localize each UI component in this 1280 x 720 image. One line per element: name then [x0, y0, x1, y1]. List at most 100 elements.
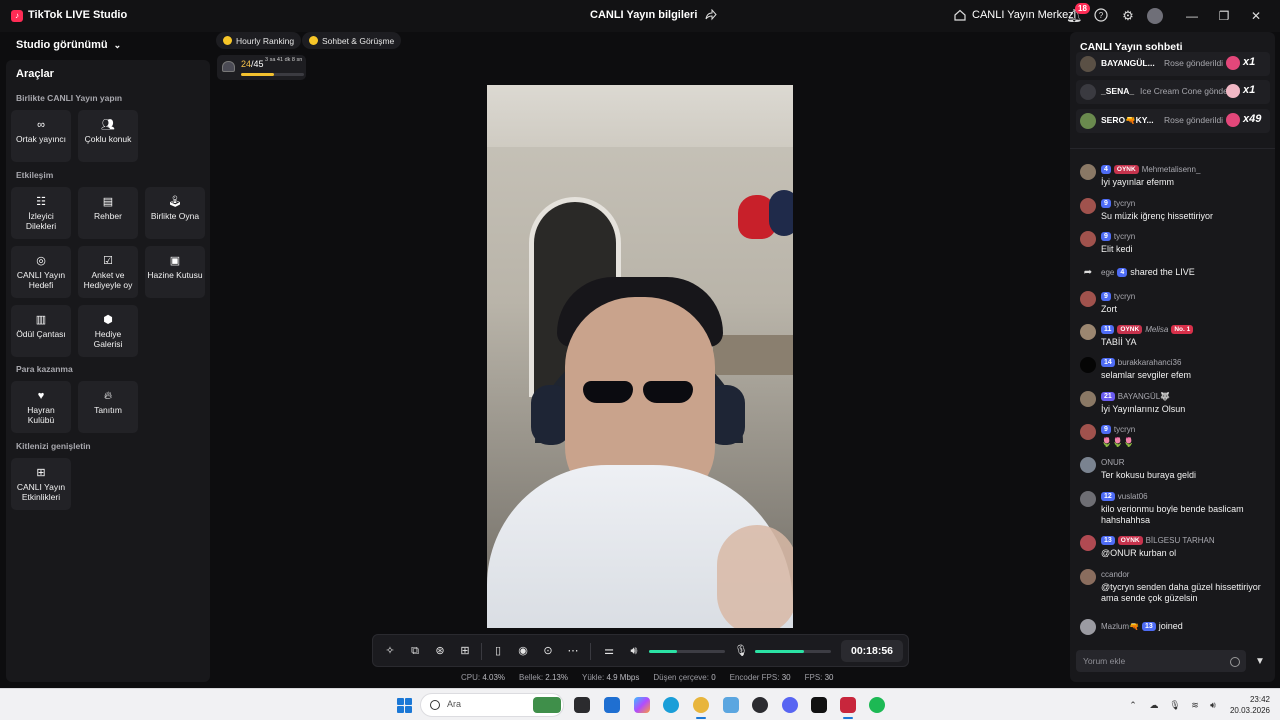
live-chat-panel: CANLI Yayın sohbeti BAYANGÜL... Rose gön…: [1070, 32, 1275, 682]
speaker-volume-slider[interactable]: [649, 650, 725, 653]
chat-meet-chip[interactable]: Sohbet & Görüşme: [302, 32, 402, 49]
live-center-button[interactable]: CANLI Yayın Merkezi: [954, 9, 1076, 21]
gift-count: x1: [1243, 84, 1256, 96]
tool-multi-guest[interactable]: 👥︎ Çoklu konuk: [78, 110, 138, 162]
tool-treasure-box[interactable]: ▣ Hazine Kutusu: [145, 246, 205, 298]
message-meta: 9 tycryn: [1101, 199, 1135, 208]
volume-icon[interactable]: 🔊︎: [1207, 699, 1219, 711]
emoji-icon[interactable]: [1230, 657, 1240, 667]
level-badge: 9: [1101, 292, 1111, 301]
close-icon[interactable]: ✕: [1248, 8, 1264, 24]
obs-icon[interactable]: [752, 697, 768, 713]
fan-badge: OYNK: [1113, 165, 1139, 174]
ranking-current: 24: [241, 59, 252, 69]
microphone-icon[interactable]: 🎙︎: [734, 644, 748, 658]
tool-fan-club[interactable]: ♥ Hayran Kulübü: [11, 381, 71, 433]
clock[interactable]: 23:42 20.03.2026: [1226, 694, 1270, 716]
chat-username[interactable]: burakkarahanci36: [1118, 358, 1182, 367]
clock-time: 23:42: [1249, 695, 1270, 704]
tool-viewer-wishes[interactable]: ☷ İzleyici Dilekleri: [11, 187, 71, 239]
mic-volume-slider[interactable]: [755, 650, 831, 653]
chat-username[interactable]: BAYANGÜL🐺: [1118, 392, 1170, 401]
gift-user[interactable]: BAYANGÜL...: [1101, 58, 1155, 68]
chat-username[interactable]: Mazlum🔫: [1101, 622, 1139, 631]
chat-text: İyi yayınlar efemm: [1101, 177, 1175, 187]
tool-promote[interactable]: 🔥︎ Tanıtım: [78, 381, 138, 433]
tool-reward-bag[interactable]: ▥ Ödül Çantası: [11, 305, 71, 357]
tool-poll[interactable]: ☑ Anket ve Hediyeyle oy: [78, 246, 138, 298]
stream-control-bar: ✧ ⧉ ⊛ ⊞ ▯ ◉ ⊙ ⋯ ⚌ 🔊︎ 🎙︎ 00:18:56: [372, 634, 909, 667]
tool-live-events[interactable]: ⊞ CANLI Yayın Etkinlikleri: [11, 458, 71, 510]
add-source-icon[interactable]: ⊞: [458, 644, 472, 658]
filter-icon[interactable]: ▼: [1254, 656, 1266, 668]
chevron-down-icon: ⌄: [113, 39, 122, 50]
chat-username[interactable]: Mehmetalisenn_: [1142, 165, 1201, 174]
chat-username[interactable]: ccandor: [1101, 570, 1129, 579]
encoder-value: 30: [781, 673, 791, 682]
wifi-icon[interactable]: ≋: [1189, 699, 1201, 711]
windows-start-icon[interactable]: [397, 698, 412, 713]
tool-gift-gallery[interactable]: ⬢ Hediye Galerisi: [78, 305, 138, 357]
outlook-icon[interactable]: [604, 697, 620, 713]
settings-gear-icon[interactable]: ⚙: [1120, 8, 1136, 24]
poll-icon: ☑: [103, 255, 113, 267]
chat-username[interactable]: Melisa: [1145, 325, 1168, 334]
audio-mixer-icon[interactable]: ⚌: [602, 644, 616, 658]
chat-username[interactable]: tycryn: [1114, 425, 1135, 434]
microphone-tray-icon[interactable]: 🎙︎: [1169, 699, 1181, 711]
tool-live-goal[interactable]: ◎ CANLI Yayın Hedefi: [11, 246, 71, 298]
message-meta: 21 BAYANGÜL🐺: [1101, 392, 1170, 401]
studio-view-dropdown[interactable]: Studio görünümü ⌄: [16, 39, 121, 51]
chevron-up-icon[interactable]: ⌃: [1127, 699, 1139, 711]
record-icon[interactable]: ◉: [516, 644, 530, 658]
chat-username[interactable]: tycryn: [1114, 199, 1135, 208]
message-meta: 9 tycryn: [1101, 232, 1135, 241]
chrome-icon[interactable]: [693, 697, 709, 713]
gift-row: _SENA_ Ice Cream Cone gönderildi x1: [1076, 80, 1270, 104]
chat-username[interactable]: BİLGESU TARHAN: [1146, 536, 1215, 545]
minimize-icon[interactable]: —: [1184, 8, 1200, 24]
tiktok-icon[interactable]: [811, 697, 827, 713]
gift-user[interactable]: _SENA_: [1101, 86, 1134, 96]
tool-cohost[interactable]: ∞ Ortak yayıncı: [11, 110, 71, 162]
speaker-icon[interactable]: 🔊︎: [627, 644, 641, 658]
chat-username[interactable]: ONUR: [1101, 458, 1125, 467]
dropped-label: Düşen çerçeve:: [653, 673, 709, 682]
chat-username[interactable]: tycryn: [1114, 232, 1135, 241]
treasure-box-icon: ▣: [169, 255, 181, 267]
level-badge: 13: [1101, 536, 1115, 545]
chat-username[interactable]: vuslat06: [1118, 492, 1148, 501]
discord-icon[interactable]: [782, 697, 798, 713]
more-icon[interactable]: ⋯: [566, 644, 580, 658]
chat-username[interactable]: ege: [1101, 268, 1114, 277]
app-icon[interactable]: [723, 697, 739, 713]
task-view-icon[interactable]: [574, 697, 590, 713]
tool-play-together[interactable]: 🕹︎ Birlikte Oyna: [145, 187, 205, 239]
tool-guide[interactable]: ▤ Rehber: [78, 187, 138, 239]
maximize-icon[interactable]: ❐: [1216, 8, 1232, 24]
fan-badge: OYNK: [1117, 536, 1143, 545]
message-meta: 13 OYNK BİLGESU TARHAN: [1101, 536, 1215, 545]
upload-label: Yükle:: [581, 673, 605, 682]
gift-user[interactable]: SERO🔫KY...: [1101, 115, 1154, 126]
level-badge: 9: [1101, 199, 1111, 208]
cloud-icon[interactable]: ☁: [1148, 699, 1160, 711]
edge-icon[interactable]: [663, 697, 679, 713]
spotify-icon[interactable]: [869, 697, 885, 713]
message-meta: 4 OYNK Mehmetalisenn_: [1101, 165, 1200, 174]
copilot-icon[interactable]: [634, 697, 650, 713]
taskbar-search[interactable]: Ara: [420, 693, 564, 717]
effects-icon[interactable]: ⊛: [433, 644, 447, 658]
hourly-ranking-chip[interactable]: Hourly Ranking: [216, 32, 302, 49]
tiktok-live-studio-icon[interactable]: [840, 697, 856, 713]
svg-text:?: ?: [1099, 11, 1104, 20]
translate-icon[interactable]: ⧉: [408, 644, 422, 658]
phone-layout-icon[interactable]: ▯: [491, 644, 505, 658]
chat-username[interactable]: tycryn: [1114, 292, 1135, 301]
help-icon[interactable]: ?: [1093, 8, 1109, 24]
profile-avatar[interactable]: [1147, 8, 1163, 24]
magic-wand-icon[interactable]: ✧: [383, 644, 397, 658]
comment-input[interactable]: Yorum ekle: [1076, 650, 1246, 672]
stream-info-button[interactable]: CANLI Yayın bilgileri: [590, 9, 718, 21]
screenshot-icon[interactable]: ⊙: [541, 644, 555, 658]
